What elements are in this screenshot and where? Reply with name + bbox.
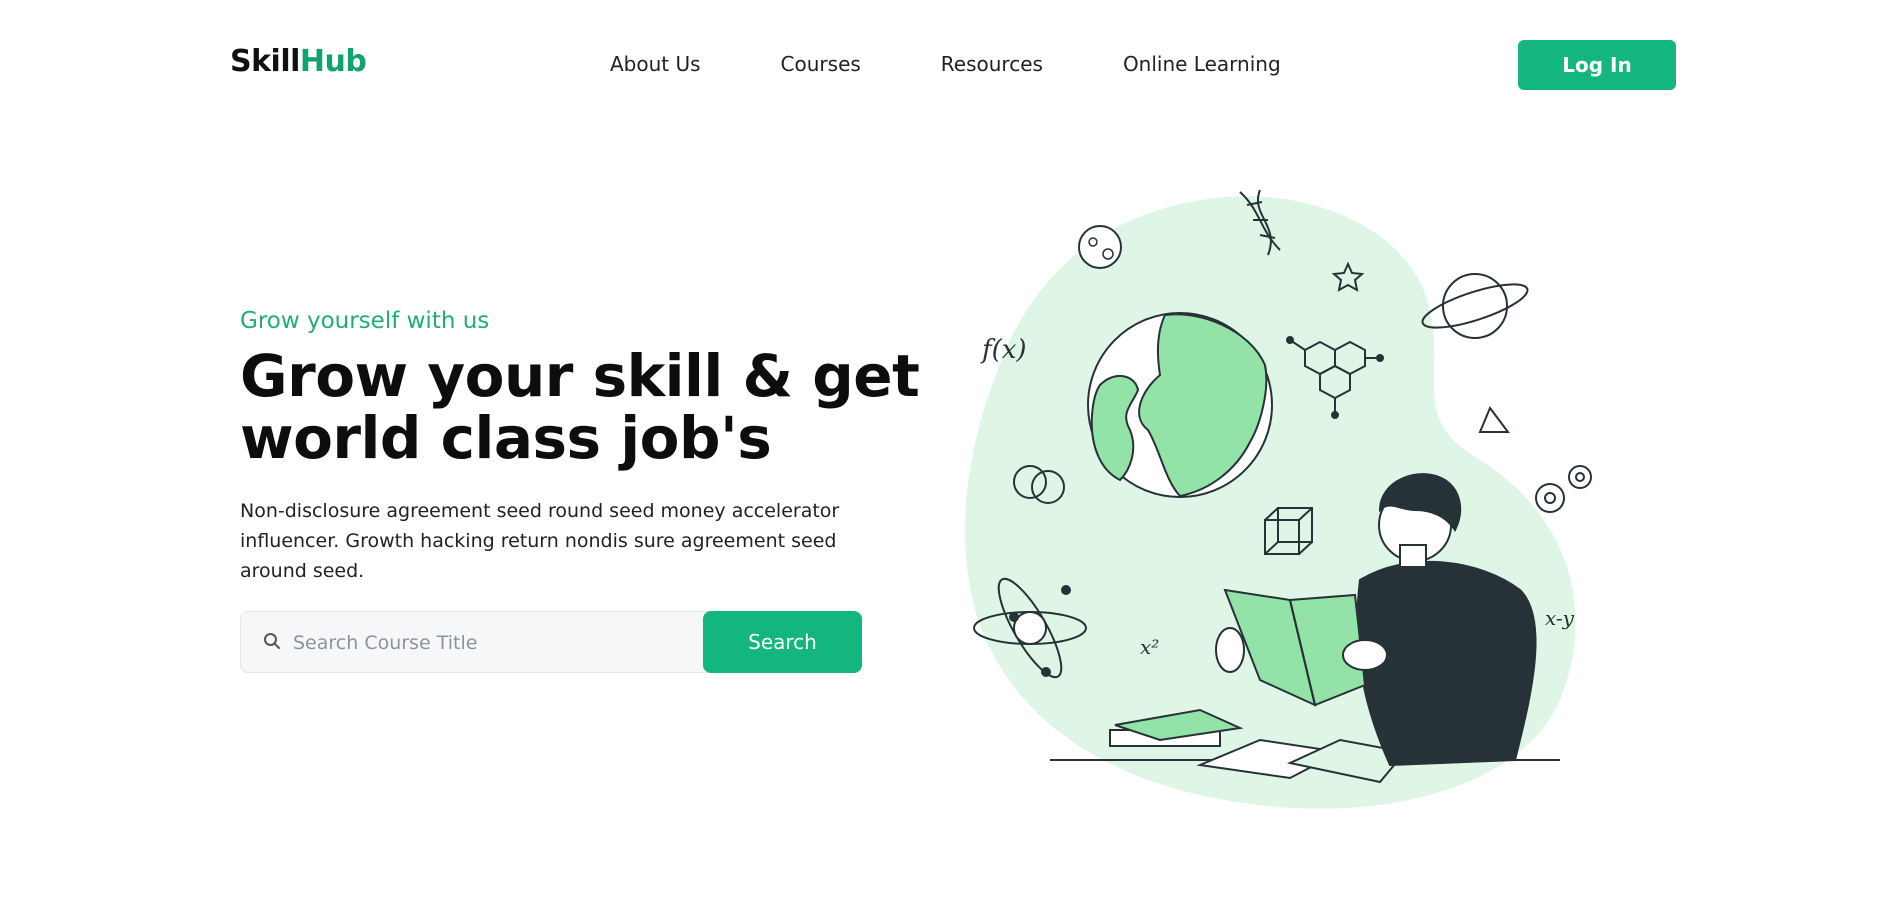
logo-text-hub: Hub: [299, 44, 367, 79]
main-menu: About Us Courses Resources Online Learni…: [610, 52, 1361, 76]
nav-online-learning[interactable]: Online Learning: [1123, 52, 1281, 76]
planet-icon: [1421, 273, 1529, 339]
hero-eyebrow: Grow yourself with us: [240, 308, 490, 334]
moon-icon: [1078, 225, 1122, 269]
hero-description: Non-disclosure agreement seed round seed…: [240, 500, 840, 582]
logo-text-skill: Skill: [230, 44, 300, 79]
x-squared-label: x²: [1140, 635, 1159, 659]
search-icon: [264, 633, 280, 649]
student-reading-illustration: f(x) x² x-y: [964, 189, 1592, 809]
triangle-icon: [1478, 406, 1510, 433]
top-navbar: SkillHub About Us Courses Resources Onli…: [0, 0, 1899, 135]
x-minus-y-label: x-y: [1545, 606, 1575, 630]
nav-resources[interactable]: Resources: [941, 52, 1043, 76]
hero-headline: Grow your skill & get world class job's: [240, 342, 920, 472]
nav-courses[interactable]: Courses: [781, 52, 861, 76]
search-button[interactable]: Search: [703, 611, 862, 673]
nav-about-us[interactable]: About Us: [610, 52, 701, 76]
fx-label: f(x): [980, 335, 1027, 365]
gear-icon: [1535, 465, 1592, 513]
login-button[interactable]: Log In: [1518, 40, 1676, 90]
search-input[interactable]: [291, 622, 695, 664]
logo[interactable]: SkillHub: [230, 44, 367, 79]
globe-icon: [1087, 312, 1273, 498]
